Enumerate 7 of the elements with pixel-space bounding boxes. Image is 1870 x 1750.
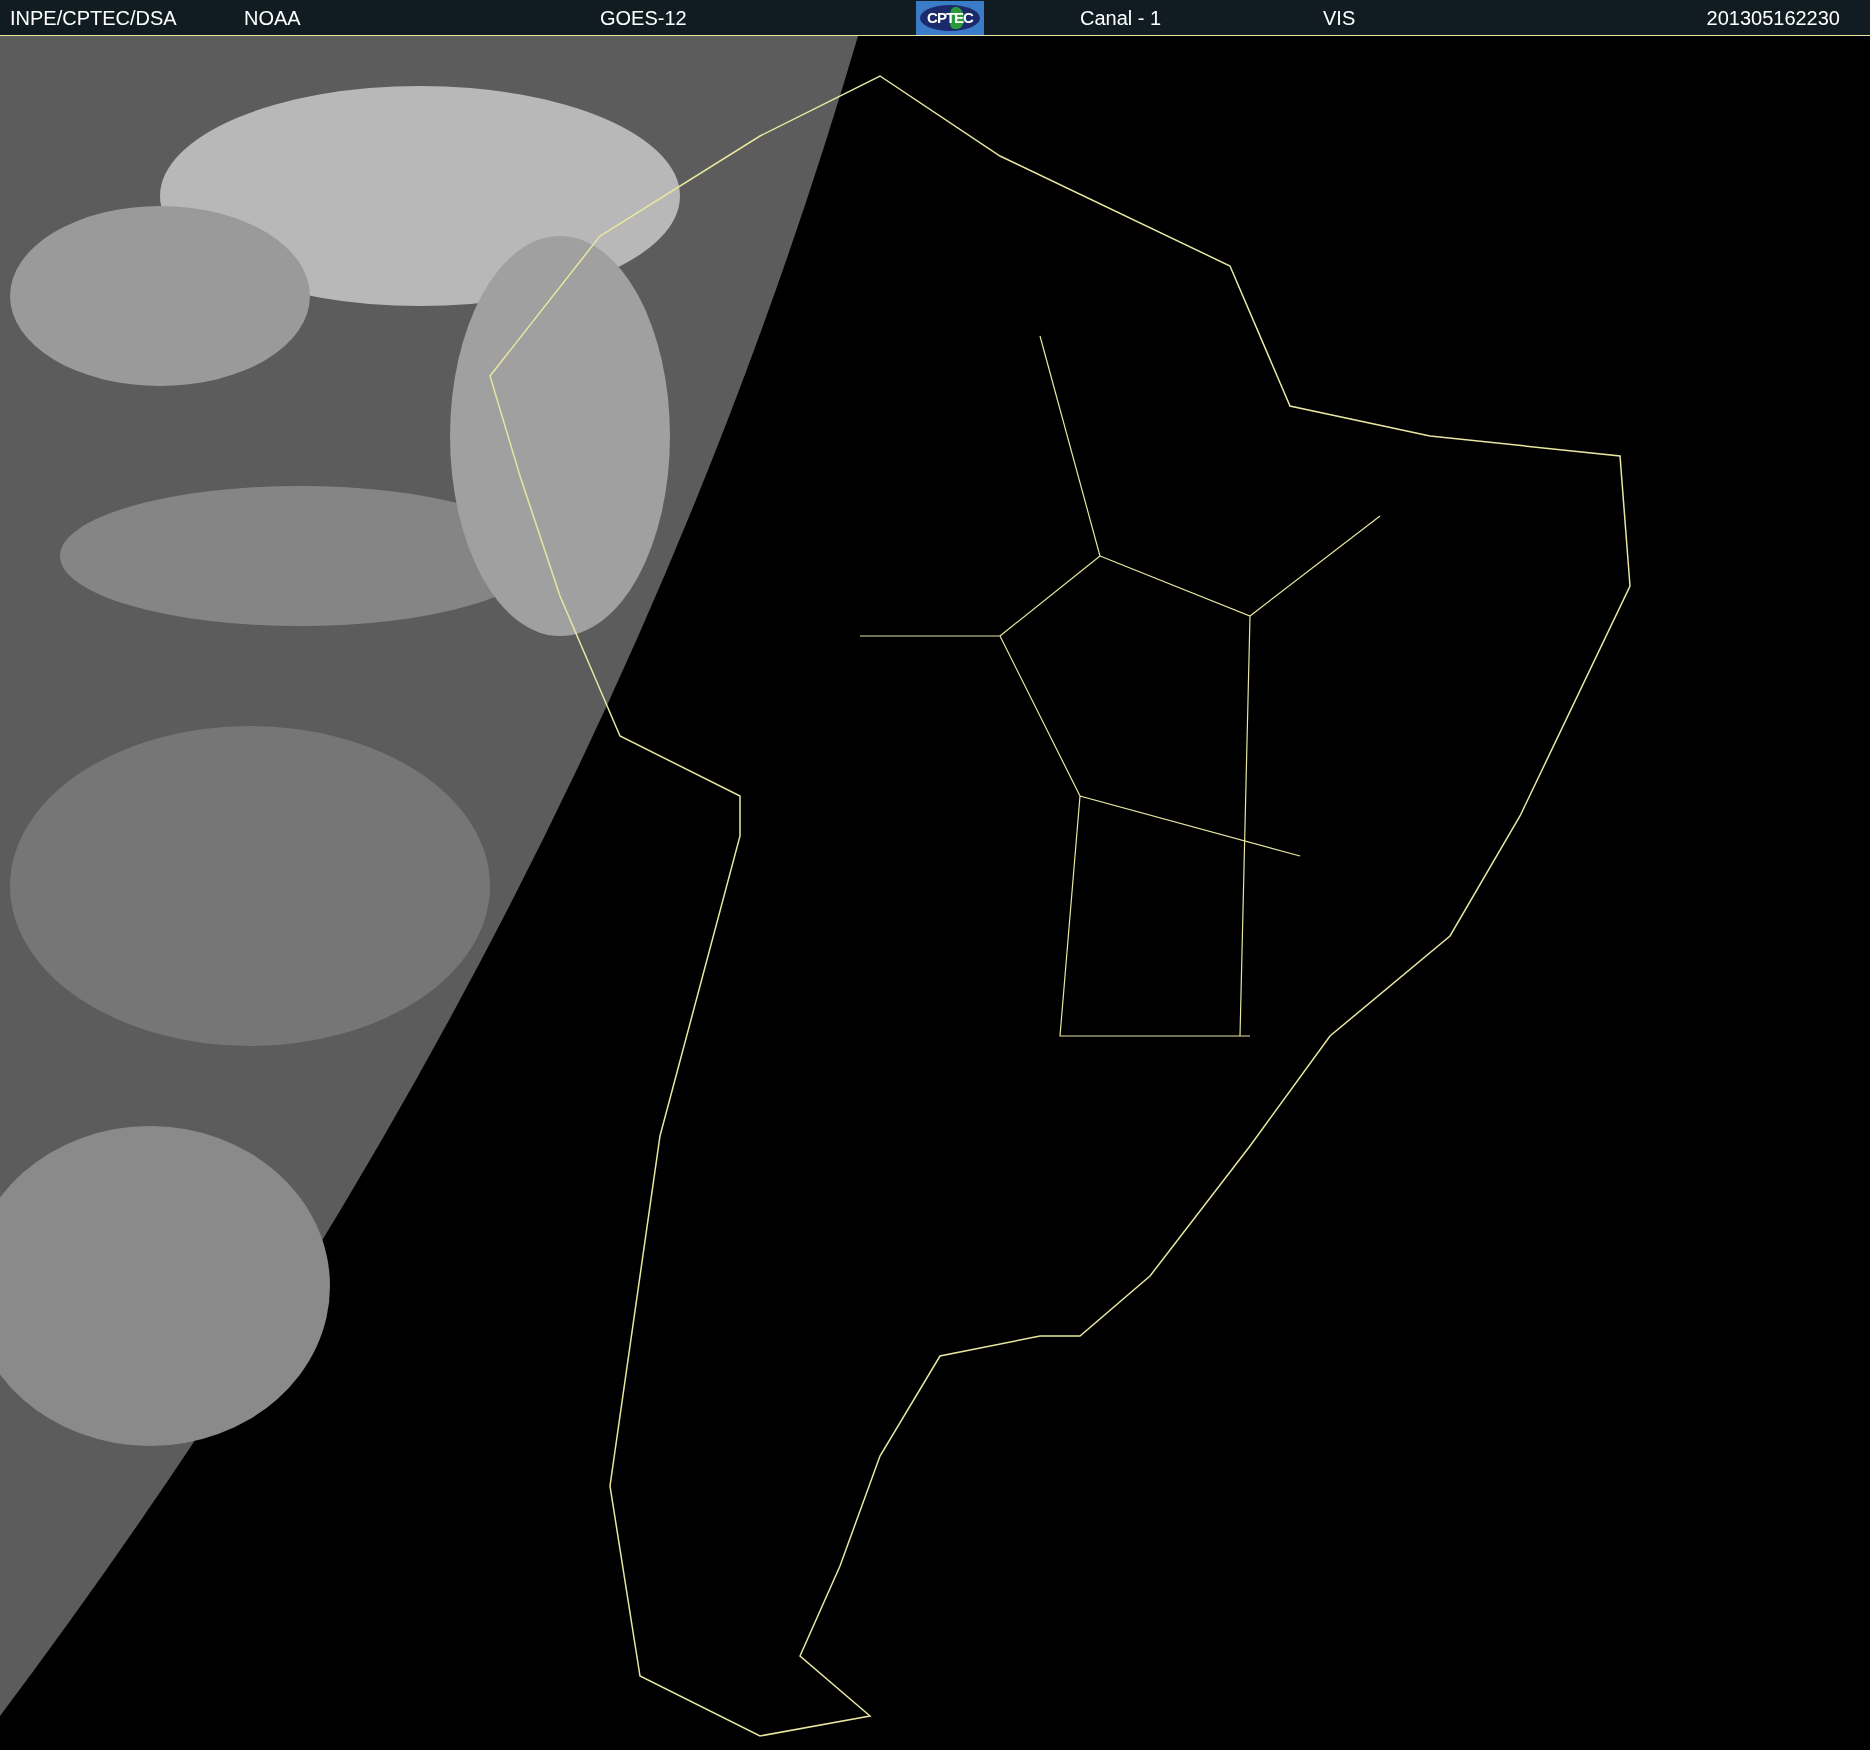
satellite-label: GOES-12 [600,7,687,28]
agency-label: NOAA [244,7,301,28]
timestamp-label: 201305162230 [1706,7,1840,28]
channel-label: Canal - 1 [1080,7,1162,28]
logo: CPTEC [916,0,984,35]
band-label: VIS [1323,7,1356,28]
agency-label: INPE/CPTEC/DSA [10,7,177,28]
